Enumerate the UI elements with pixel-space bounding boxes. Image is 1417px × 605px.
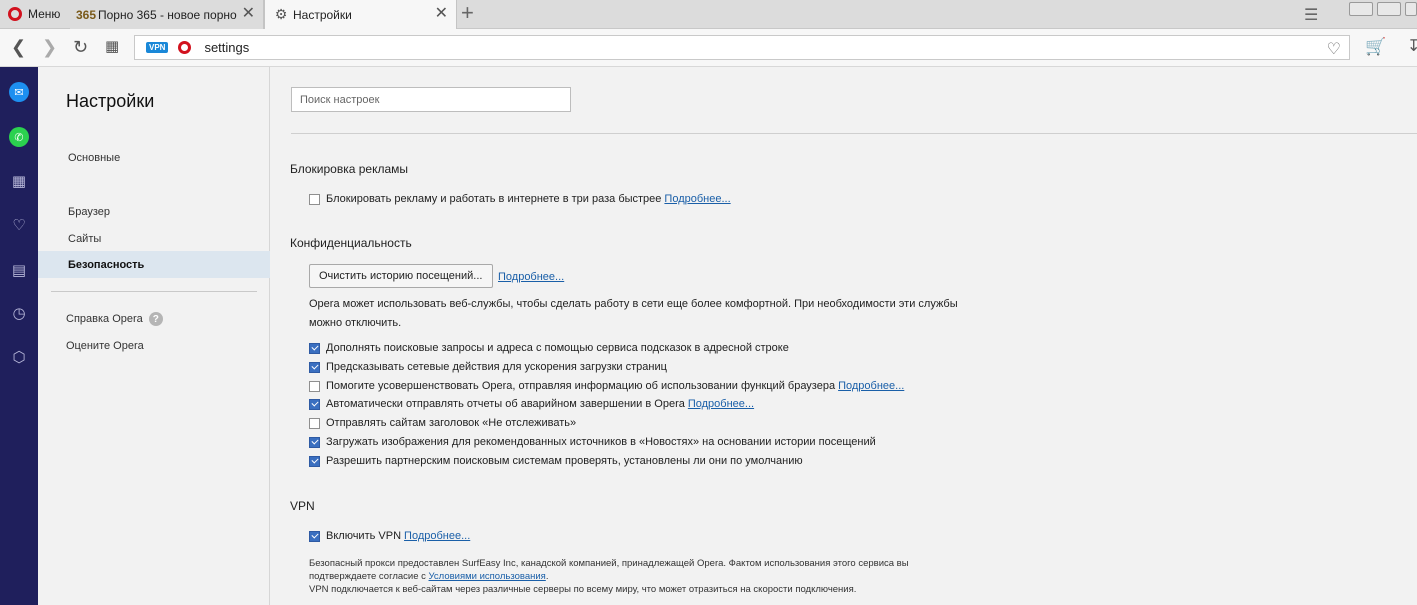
vpn-checkbox[interactable] [309, 530, 320, 542]
tab-porno365[interactable]: 365 Порно 365 - новое порно ка ✕ [70, 0, 264, 29]
speed-dial-icon[interactable]: ▦ [8, 170, 30, 192]
search-divider [291, 133, 1417, 134]
help-question-icon: ? [148, 312, 163, 326]
new-tab-plus-icon[interactable]: + [461, 2, 474, 24]
vpn-note-prefix: подтверждаете согласие с [309, 571, 429, 582]
privacy-checkbox[interactable] [309, 436, 320, 448]
privacy-checkbox[interactable] [309, 342, 320, 354]
extensions-cube-icon[interactable]: ⬡ [8, 346, 30, 368]
adblock-label: Блокировать рекламу и работать в интерне… [326, 193, 662, 205]
tab-bar: Меню 365 Порно 365 - новое порно ка ✕ ⚙ … [0, 0, 1417, 29]
more-link-text[interactable]: Подробнее... [498, 271, 564, 283]
clear-history-more-link[interactable]: Подробнее... [498, 271, 564, 283]
privacy-option-label: Автоматически отправлять отчеты об авари… [326, 398, 685, 410]
privacy-option-label: Помогите усовершенствовать Opera, отправ… [326, 380, 836, 392]
settings-content: Блокировка рекламы Блокировать рекламу и… [271, 67, 1417, 605]
privacy-more-link[interactable]: Подробнее... [688, 398, 754, 410]
privacy-option[interactable]: Дополнять поисковые запросы и адреса с п… [309, 342, 789, 354]
address-bar[interactable]: VPN settings ♡ [134, 35, 1350, 60]
nav-item-sites[interactable]: Сайты [38, 225, 270, 252]
vpn-option[interactable]: Включить VPN Подробнее... [309, 530, 470, 542]
vpn-label: Включить VPN [326, 530, 402, 542]
adblock-option[interactable]: Блокировать рекламу и работать в интерне… [309, 193, 731, 205]
nav-item-basic[interactable]: Основные [38, 144, 270, 171]
speed-dial-grid-icon[interactable]: ▦ [105, 37, 119, 57]
vpn-more-link[interactable]: Подробнее... [404, 530, 470, 542]
settings-title: Настройки [66, 91, 155, 111]
section-title-vpn: VPN [290, 499, 315, 513]
bookmark-heart-icon[interactable]: ♡ [1327, 39, 1341, 59]
privacy-checkbox[interactable] [309, 361, 320, 373]
gear-icon: ⚙ [274, 6, 288, 22]
nav-item-security[interactable]: Безопасность [38, 251, 270, 278]
privacy-description-line2: можно отключить. [309, 317, 402, 329]
maximize-button[interactable] [1377, 2, 1401, 16]
settings-navigation: Настройки Основные Браузер Сайты Безопас… [38, 67, 270, 605]
address-toolbar: ❮ ❯ ↻ ▦ VPN settings ♡ 🛒 ↧ [0, 29, 1417, 67]
tab-title: Порно 365 - новое порно ка [98, 7, 238, 22]
rate-opera-link[interactable]: Оцените Opera [66, 340, 144, 352]
vpn-note-suffix: . [545, 571, 549, 582]
tab-settings[interactable]: ⚙ Настройки ✕ [264, 0, 457, 29]
vpn-note-line3: VPN подключается к веб-сайтам через разл… [309, 584, 857, 595]
privacy-checkbox[interactable] [309, 380, 320, 392]
vpn-badge[interactable]: VPN [146, 42, 169, 53]
opera-sidebar: ✉ ✆ ▦ ♡ ▤ ◷ ⬡ [0, 67, 38, 605]
terms-of-use-link[interactable]: Условиями использования [429, 571, 546, 582]
forward-arrow-icon[interactable]: ❯ [42, 37, 57, 57]
section-title-privacy: Конфиденциальность [290, 236, 412, 250]
opera-logo-icon [8, 7, 22, 21]
adblock-more-link[interactable]: Подробнее... [664, 193, 730, 205]
settings-search-input[interactable] [291, 87, 571, 112]
window-controls [1349, 0, 1417, 22]
nav-item-browser[interactable]: Браузер [38, 198, 270, 225]
tab-menu-icon[interactable]: ☰ [1304, 5, 1318, 25]
privacy-option[interactable]: Разрешить партнерским поисковым системам… [309, 455, 803, 467]
nav-divider [51, 291, 257, 292]
privacy-checkbox[interactable] [309, 417, 320, 429]
section-title-adblock: Блокировка рекламы [290, 162, 409, 176]
clear-history-button[interactable]: Очистить историю посещений... [309, 264, 493, 288]
minimize-button[interactable] [1349, 2, 1373, 16]
whatsapp-icon[interactable]: ✆ [9, 127, 29, 147]
privacy-checkbox[interactable] [309, 398, 320, 410]
privacy-option-label: Загружать изображения для рекомендованны… [326, 436, 876, 448]
privacy-option[interactable]: Автоматически отправлять отчеты об авари… [309, 398, 754, 410]
privacy-option-label: Разрешить партнерским поисковым системам… [326, 455, 803, 467]
news-icon[interactable]: ▤ [8, 259, 30, 281]
privacy-option[interactable]: Отправлять сайтам заголовок «Не отслежив… [309, 417, 576, 429]
opera-security-icon[interactable] [178, 41, 192, 54]
history-clock-icon[interactable]: ◷ [8, 302, 30, 324]
close-window-button[interactable] [1405, 2, 1417, 16]
privacy-more-link[interactable]: Подробнее... [838, 380, 904, 392]
close-tab-icon[interactable]: ✕ [242, 6, 255, 22]
download-icon[interactable]: ↧ [1407, 36, 1417, 56]
vpn-note-line2: подтверждаете согласие с Условиями испол… [309, 570, 989, 583]
opera-menu-button[interactable]: Меню [0, 0, 70, 28]
privacy-option[interactable]: Помогите усовершенствовать Opera, отправ… [309, 380, 904, 392]
privacy-checkbox[interactable] [309, 455, 320, 467]
tab-title: Настройки [293, 7, 352, 22]
privacy-option-label: Отправлять сайтам заголовок «Не отслежив… [326, 417, 577, 429]
privacy-option-label: Предсказывать сетевые действия для ускор… [326, 361, 667, 373]
privacy-option-label: Дополнять поисковые запросы и адреса с п… [326, 342, 789, 354]
privacy-option[interactable]: Предсказывать сетевые действия для ускор… [309, 361, 667, 373]
adblock-checkbox[interactable] [309, 193, 320, 205]
back-arrow-icon[interactable]: ❮ [11, 37, 26, 57]
help-label: Справка Opera [66, 313, 143, 325]
site-favicon-icon: 365 [75, 7, 97, 22]
shopping-cart-icon[interactable]: 🛒 [1365, 37, 1386, 57]
privacy-option[interactable]: Загружать изображения для рекомендованны… [309, 436, 876, 448]
privacy-description-line1: Opera может использовать веб-службы, что… [309, 298, 958, 310]
url-text[interactable]: settings [204, 40, 249, 55]
bookmarks-heart-icon[interactable]: ♡ [8, 214, 30, 236]
vpn-note: Безопасный прокси предоставлен SurfEasy … [309, 557, 989, 596]
reload-icon[interactable]: ↻ [73, 37, 88, 57]
opera-help-link[interactable]: Справка Opera ? [66, 312, 163, 326]
menu-label: Меню [28, 7, 61, 21]
privacy-description: Opera может использовать веб-службы, что… [309, 295, 969, 333]
messenger-icon[interactable]: ✉ [9, 82, 29, 102]
close-tab-icon[interactable]: ✕ [435, 6, 448, 22]
vpn-note-line1: Безопасный прокси предоставлен SurfEasy … [309, 558, 909, 569]
